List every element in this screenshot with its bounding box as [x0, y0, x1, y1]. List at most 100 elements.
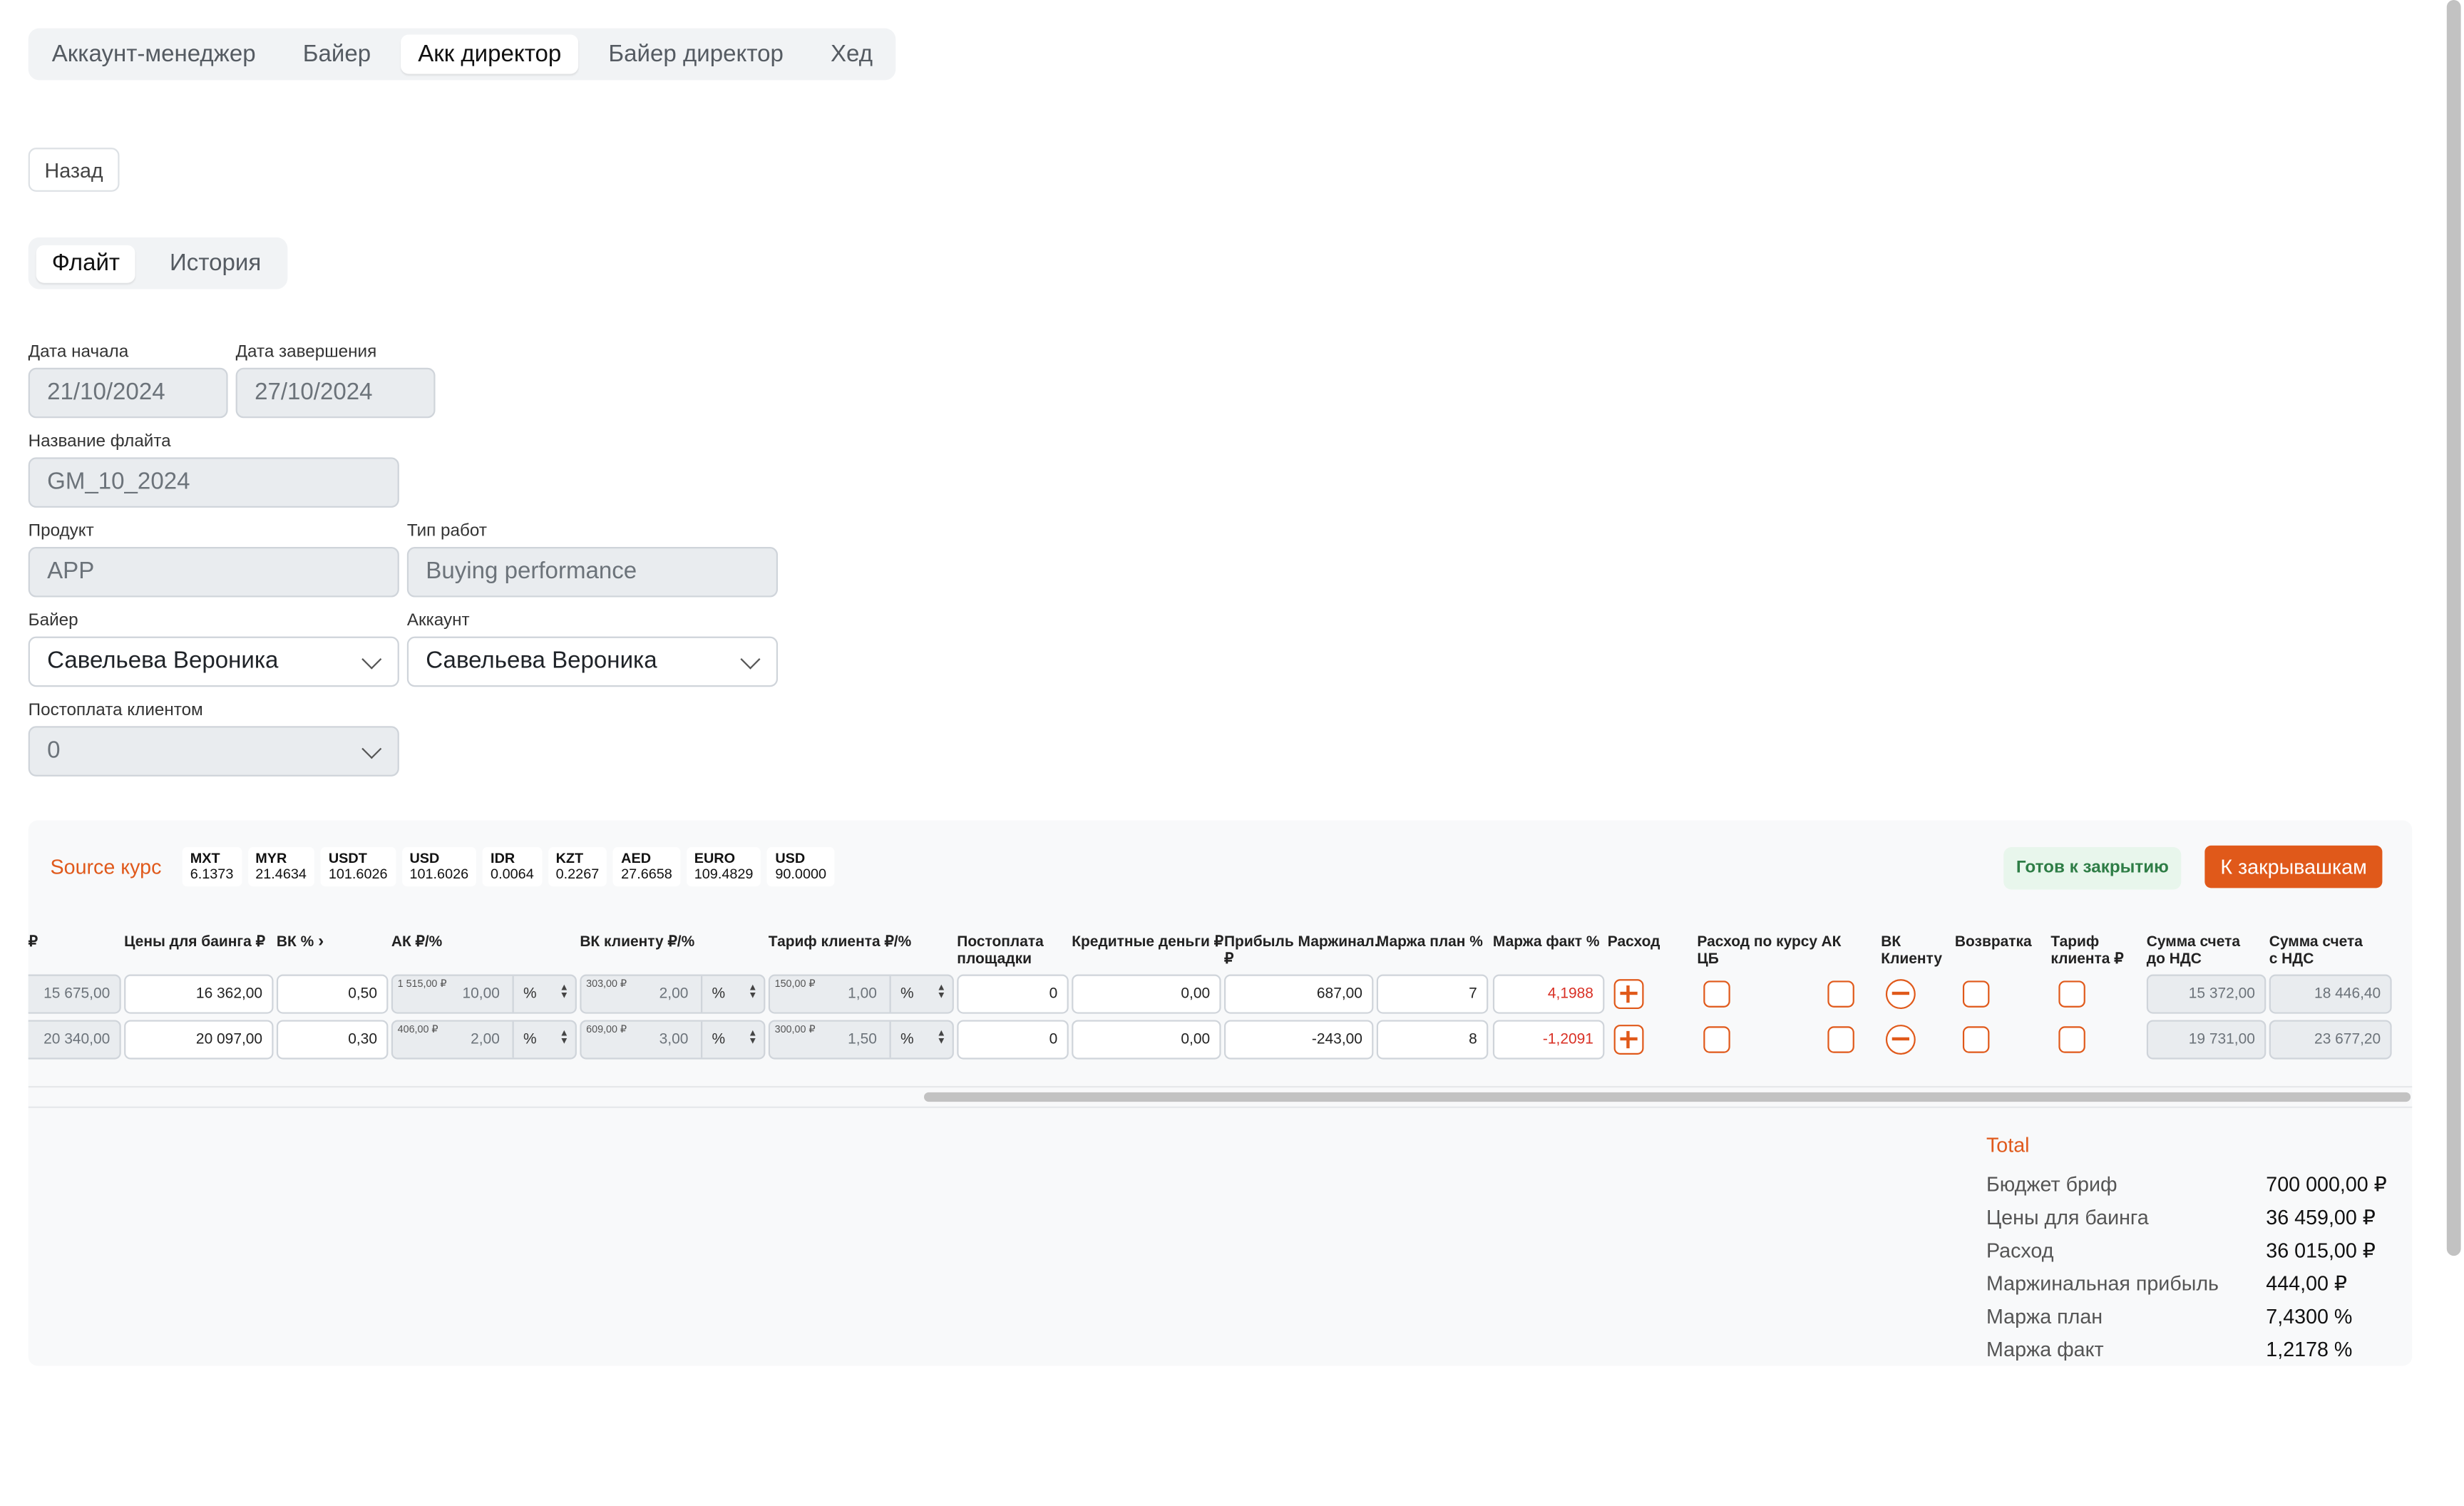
ak-input[interactable]: 1 515,00 ₽ 10,00 % ▲ ▼ — [391, 974, 577, 1014]
rate-value: 21.4634 — [255, 866, 307, 882]
margin-fact-input[interactable]: -1,2091 — [1492, 1020, 1605, 1060]
cut-cell: 15 675,00 — [28, 974, 121, 1014]
tab-head[interactable]: Хед — [813, 34, 890, 73]
sum-vat-cell: 23 677,20 — [2269, 1020, 2392, 1060]
product-field[interactable]: APP — [28, 547, 399, 598]
margin-plan-input[interactable]: 8 — [1376, 1020, 1489, 1060]
plus-icon[interactable] — [1613, 1025, 1644, 1055]
buying-price-input[interactable]: 20 097,00 — [124, 1020, 274, 1060]
ak-input[interactable]: 406,00 ₽ 2,00 % ▲ ▼ — [391, 1020, 577, 1060]
ak-rub-value: 406,00 ₽ — [397, 1025, 438, 1036]
col-header-vk-client: ВК клиенту ₽/% — [580, 933, 695, 951]
tariff-unit-label: % — [900, 1030, 914, 1049]
col-header-tariff: Тариф клиента ₽/% — [768, 933, 912, 951]
work-type-field[interactable]: Buying performance — [406, 547, 779, 598]
minus-icon[interactable] — [1885, 979, 1916, 1010]
postpay-input[interactable]: 0 — [957, 1020, 1069, 1060]
col-header-postpay-line1: Постоплата — [957, 933, 1044, 951]
col-header-vk-client-flag: ВК Клиенту — [1881, 933, 1942, 968]
cut-cell: 20 340,00 — [28, 1020, 121, 1060]
col-header-ak-flag: АК — [1821, 933, 1842, 951]
total-label: Расход — [1986, 1238, 2054, 1262]
total-label: Маржинальная прибыль — [1986, 1271, 2219, 1296]
tab-flight[interactable]: Флайт — [36, 245, 136, 283]
account-select[interactable]: Савельева Вероника — [406, 636, 779, 687]
col-header-sum-vat-line1: Сумма счета — [2269, 933, 2363, 951]
margin-fact-input[interactable]: 4,1988 — [1492, 974, 1605, 1014]
tariff-pct-value: 1,50 — [848, 1030, 877, 1049]
vk-client-rub-value: 303,00 ₽ — [586, 979, 627, 990]
start-date-field[interactable]: 21/10/2024 — [28, 367, 228, 419]
vk-pct-input[interactable]: 0,30 — [276, 1020, 389, 1060]
account-label: Аккаунт — [406, 611, 470, 630]
vk-client-unit-label: % — [712, 1030, 726, 1049]
product-label: Продукт — [28, 521, 94, 541]
horizontal-scrollbar[interactable] — [28, 1086, 2413, 1108]
back-button[interactable]: Назад — [28, 148, 120, 192]
rate-code: USD — [775, 850, 806, 866]
tariff-flag-checkbox[interactable] — [2058, 980, 2085, 1008]
expense-cb-checkbox[interactable] — [1703, 1026, 1730, 1053]
rate-chip: USD 90.0000 — [767, 847, 835, 887]
tab-history[interactable]: История — [154, 245, 277, 283]
tariff-input[interactable]: 300,00 ₽ 1,50 % ▲ ▼ — [768, 1020, 954, 1060]
total-value: 36 015,00 ₽ — [2266, 1238, 2376, 1262]
col-header-refund: Возвратка — [1954, 933, 2032, 951]
col-header-expense: Расход — [1607, 933, 1660, 951]
col-header-ak: АК ₽/% — [391, 933, 443, 951]
sort-arrows-icon: ▲ ▼ — [559, 1029, 569, 1047]
tab-buyer-director[interactable]: Байер директор — [591, 34, 801, 73]
total-label: Бюджет бриф — [1986, 1172, 2118, 1197]
sort-arrows-icon: ▲ ▼ — [559, 983, 569, 1002]
postpay-select[interactable]: 0 — [28, 726, 399, 777]
vk-client-input[interactable]: 609,00 ₽ 3,00 % ▲ ▼ — [580, 1020, 766, 1060]
postpay-input[interactable]: 0 — [957, 974, 1069, 1014]
tariff-input[interactable]: 150,00 ₽ 1,00 % ▲ ▼ — [768, 974, 954, 1014]
ak-checkbox[interactable] — [1827, 1026, 1854, 1053]
to-closing-docs-button[interactable]: К закрывашкам — [2204, 845, 2383, 888]
col-header-profit-line1: Прибыль Маржинал. — [1223, 933, 1379, 951]
col-header-vk-pct-label: ВК % — [276, 933, 314, 951]
tariff-pct-value: 1,00 — [848, 985, 877, 1003]
tab-account-manager[interactable]: Аккаунт-менеджер — [34, 34, 272, 73]
ak-unit-label: % — [523, 1030, 537, 1049]
tariff-flag-checkbox[interactable] — [2058, 1026, 2085, 1053]
rate-code: IDR — [491, 850, 515, 866]
tab-account-director[interactable]: Акк директор — [400, 34, 579, 74]
horizontal-scrollbar-thumb[interactable] — [924, 1092, 2411, 1102]
refund-checkbox[interactable] — [1962, 980, 1990, 1008]
tab-buyer[interactable]: Байер — [286, 34, 389, 73]
work-type-label: Тип работ — [406, 521, 487, 541]
vertical-scrollbar[interactable] — [2446, 0, 2461, 1256]
flight-name-field[interactable]: GM_10_2024 — [28, 457, 399, 508]
rate-value: 101.6026 — [409, 866, 469, 882]
buying-price-input[interactable]: 16 362,00 — [124, 974, 274, 1014]
col-header-vk-pct[interactable]: ВК % › — [277, 933, 324, 951]
credit-input[interactable]: 0,00 — [1072, 974, 1221, 1014]
end-date-field[interactable]: 27/10/2024 — [235, 367, 436, 419]
ak-checkbox[interactable] — [1827, 980, 1854, 1008]
end-date-label: Дата завершения — [235, 342, 377, 362]
start-date-label: Дата начала — [28, 342, 129, 362]
vk-pct-input[interactable]: 0,50 — [276, 974, 389, 1014]
source-rate-label: Source курс — [50, 855, 162, 879]
vk-client-input[interactable]: 303,00 ₽ 2,00 % ▲ ▼ — [580, 974, 766, 1014]
buyer-select[interactable]: Савельева Вероника — [28, 636, 399, 687]
col-header-cut: ₽ — [28, 933, 38, 951]
col-header-expense-cb: Расход по курсу ЦБ — [1697, 933, 1817, 968]
minus-icon[interactable] — [1885, 1025, 1916, 1055]
rate-code: USDT — [328, 850, 367, 866]
refund-checkbox[interactable] — [1962, 1026, 1990, 1053]
margin-plan-input[interactable]: 7 — [1376, 974, 1489, 1014]
profit-input[interactable]: -243,00 — [1223, 1020, 1374, 1060]
col-header-tariff-flag-line1: Тариф — [2050, 933, 2100, 951]
plus-icon[interactable] — [1613, 979, 1644, 1010]
vk-client-pct-value: 3,00 — [659, 1030, 689, 1049]
account-select-value: Савельева Вероника — [426, 647, 657, 675]
chevron-down-icon — [361, 739, 382, 759]
total-label: Маржа факт — [1986, 1337, 2104, 1361]
credit-input[interactable]: 0,00 — [1072, 1020, 1221, 1060]
rate-chip: EURO 109.4829 — [686, 847, 761, 887]
profit-input[interactable]: 687,00 — [1223, 974, 1374, 1014]
expense-cb-checkbox[interactable] — [1703, 980, 1730, 1008]
